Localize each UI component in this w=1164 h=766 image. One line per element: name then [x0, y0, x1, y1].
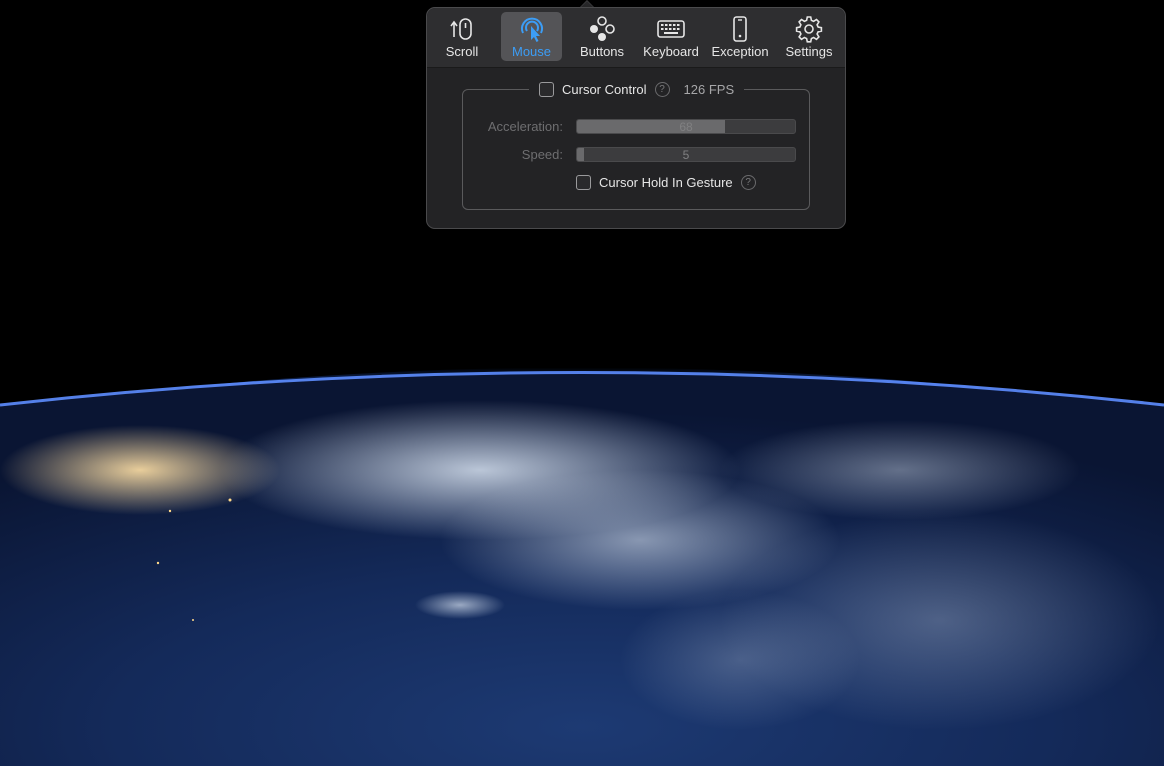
cursor-hold-checkbox[interactable]	[576, 175, 591, 190]
fps-readout: 126 FPS	[683, 81, 735, 97]
acceleration-slider[interactable]: 68	[576, 119, 796, 134]
tab-scroll-label: Scroll	[445, 44, 479, 59]
tab-keyboard[interactable]: Keyboard	[637, 12, 705, 61]
cursor-control-help-icon[interactable]: ?	[654, 81, 670, 97]
tab-settings-label: Settings	[785, 44, 833, 59]
acceleration-label: Acceleration:	[487, 119, 563, 134]
mouse-pointer-icon	[520, 17, 543, 42]
cursor-hold-label: Cursor Hold In Gesture	[599, 175, 733, 190]
speed-slider[interactable]: 5	[576, 147, 796, 162]
scroll-icon	[450, 18, 472, 40]
keyboard-icon	[657, 20, 685, 38]
tab-keyboard-label: Keyboard	[643, 44, 699, 59]
cursor-control-checkbox[interactable]	[539, 81, 554, 97]
buttons-icon	[590, 16, 615, 41]
acceleration-value: 68	[679, 120, 693, 134]
cursor-hold-row: Cursor Hold In Gesture ?	[576, 175, 756, 190]
tab-buttons[interactable]: Buttons	[572, 12, 632, 61]
cursor-control-header: Cursor Control ? 126 FPS	[529, 78, 745, 100]
tab-scroll[interactable]: Scroll	[433, 12, 491, 61]
cursor-hold-help-icon[interactable]: ?	[740, 175, 756, 190]
phone-icon	[733, 16, 747, 42]
mouse-settings-popover: Scroll Mouse Buttons Keyboard Exception …	[426, 7, 846, 229]
cursor-control-label: Cursor Control	[562, 81, 647, 97]
tab-buttons-label: Buttons	[579, 44, 625, 59]
tab-mouse-label: Mouse	[511, 44, 552, 59]
tab-exception[interactable]: Exception	[708, 12, 772, 61]
speed-label: Speed:	[521, 147, 563, 162]
gear-icon	[795, 16, 823, 43]
toolbar: Scroll Mouse Buttons Keyboard Exception …	[427, 8, 845, 68]
speed-value: 5	[682, 148, 690, 162]
tab-mouse[interactable]: Mouse	[501, 12, 562, 61]
tab-exception-label: Exception	[711, 44, 769, 59]
tab-settings[interactable]: Settings	[779, 12, 839, 61]
